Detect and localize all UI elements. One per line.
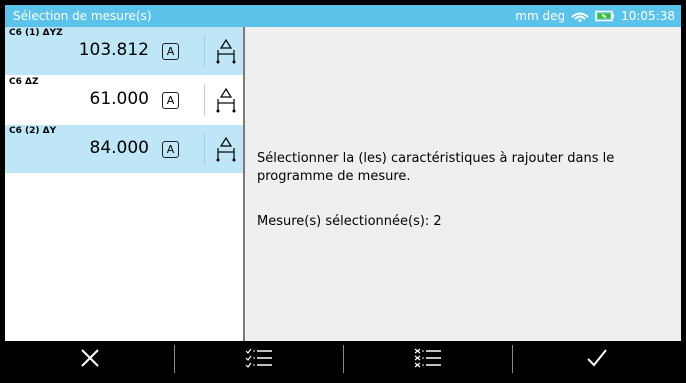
distance-tolerance-icon — [215, 135, 237, 163]
battery-icon — [595, 10, 615, 22]
wifi-icon — [571, 10, 589, 22]
list-item[interactable]: C6 (2) ΔY 84.000 A — [5, 125, 243, 174]
item-name: C6 (2) ΔY — [9, 126, 57, 136]
distance-tolerance-icon — [215, 37, 237, 65]
list-item[interactable]: C6 ΔZ 61.000 A — [5, 76, 243, 125]
toolbar-divider — [174, 345, 175, 373]
divider — [204, 133, 205, 165]
bottom-toolbar — [5, 341, 681, 378]
mode-badge: A — [162, 43, 179, 60]
measurement-list: C6 (1) ΔYZ 103.812 A C6 ΔZ 61.000 A C6 (… — [5, 27, 243, 341]
item-name: C6 (1) ΔYZ — [9, 28, 63, 38]
item-value: 103.812 — [78, 40, 149, 60]
window-title: Sélection de mesure(s) — [13, 9, 152, 23]
mode-badge: A — [162, 92, 179, 109]
item-value: 84.000 — [89, 138, 149, 158]
selected-count: Mesure(s) sélectionnée(s): 2 — [257, 214, 442, 229]
info-panel: Sélectionner la (les) caractéristiques à… — [245, 27, 681, 341]
mode-badge: A — [162, 141, 179, 158]
confirm-button[interactable] — [512, 341, 681, 378]
units-label: mm deg — [515, 9, 566, 23]
toolbar-divider — [343, 345, 344, 373]
screen: Sélection de mesure(s) mm deg 10:05:38 C… — [5, 5, 681, 378]
cancel-icon — [79, 347, 101, 373]
deselect-all-icon — [413, 347, 443, 373]
item-name: C6 ΔZ — [9, 77, 39, 87]
toolbar-divider — [512, 345, 513, 373]
select-all-icon — [244, 347, 274, 373]
confirm-icon — [585, 347, 609, 373]
cancel-button[interactable] — [5, 341, 174, 378]
title-bar: Sélection de mesure(s) mm deg 10:05:38 — [5, 5, 681, 27]
list-item[interactable]: C6 (1) ΔYZ 103.812 A — [5, 27, 243, 76]
instruction-text: Sélectionner la (les) caractéristiques à… — [257, 151, 615, 184]
status-area: mm deg 10:05:38 — [515, 9, 675, 23]
divider — [204, 84, 205, 116]
clock: 10:05:38 — [621, 9, 675, 23]
select-all-button[interactable] — [174, 341, 343, 378]
distance-tolerance-icon — [215, 86, 237, 114]
deselect-all-button[interactable] — [343, 341, 512, 378]
divider — [204, 35, 205, 67]
item-value: 61.000 — [89, 89, 149, 109]
